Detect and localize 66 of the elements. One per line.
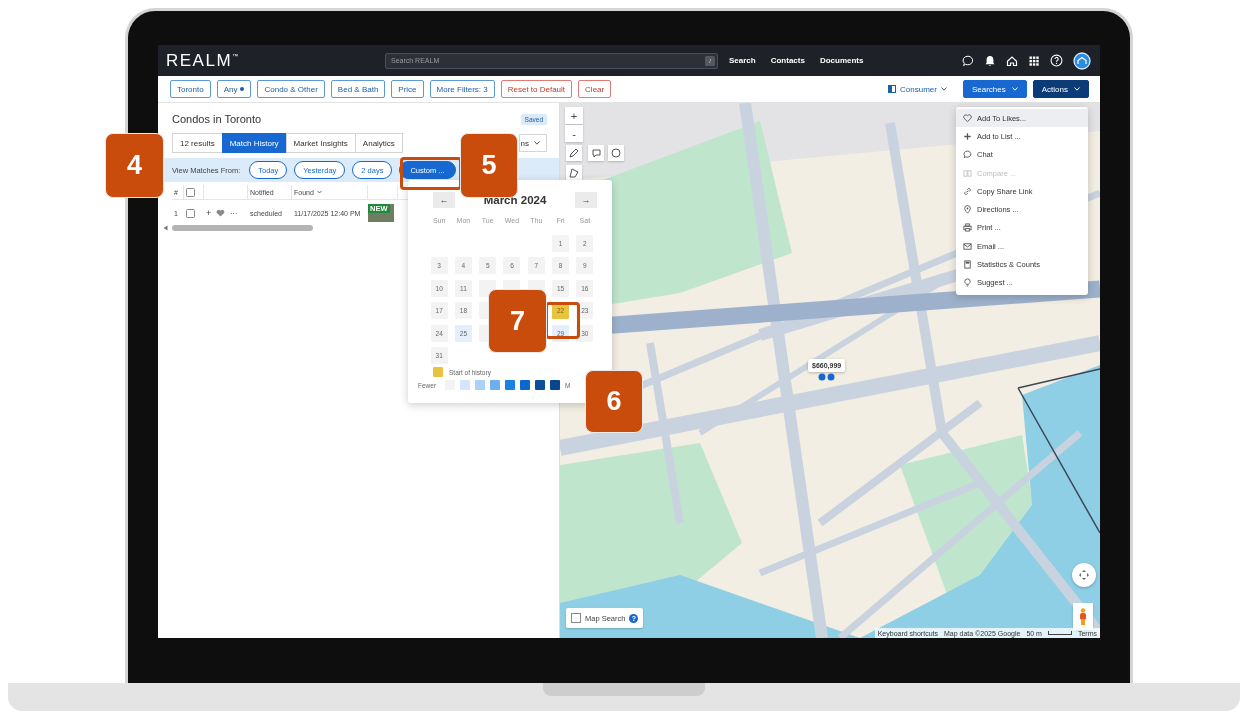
filter-button[interactable]: Any — [216, 80, 252, 98]
filter-button[interactable]: Clear — [578, 80, 612, 98]
panel-title: Condos in Toronto — [172, 113, 262, 125]
printer-icon — [963, 223, 972, 233]
chat-icon — [963, 150, 972, 160]
street-view-button[interactable] — [1073, 603, 1093, 630]
scroll-arrow-icon — [163, 225, 168, 231]
pencil-tool-button[interactable] — [566, 145, 582, 161]
polygon-tool-button[interactable] — [566, 165, 582, 181]
checkbox[interactable] — [186, 208, 195, 218]
options-dropdown[interactable]: ns — [519, 134, 547, 152]
nav-link[interactable]: Contacts — [770, 56, 805, 65]
grid-icon[interactable] — [1028, 54, 1040, 67]
step-number-badge: 7 — [488, 289, 547, 353]
heart-icon — [963, 113, 972, 123]
realm-logo: REALM$^{™}$ — [166, 52, 241, 69]
lightbulb-icon — [963, 278, 972, 288]
link-icon — [963, 186, 972, 196]
calculator-icon — [963, 260, 972, 269]
caret-icon — [534, 141, 540, 145]
caret-icon — [1011, 87, 1018, 91]
checkbox[interactable] — [186, 187, 195, 197]
dot-icon — [240, 87, 245, 91]
compare-icon — [963, 168, 972, 178]
filter-button[interactable]: Bed & Bath — [330, 80, 386, 98]
filter-button[interactable]: Condo & Other — [257, 80, 325, 98]
scale-bar — [1047, 631, 1072, 635]
person-icon — [1079, 607, 1087, 626]
filter-button[interactable]: Toronto — [170, 80, 211, 98]
avatar-icon[interactable] — [1073, 51, 1091, 70]
caret-icon — [1074, 87, 1080, 91]
actions-button[interactable]: Actions — [1032, 80, 1089, 98]
envelope-icon — [963, 241, 972, 251]
panel-layout-icon — [888, 85, 897, 93]
next-month-button[interactable]: → — [575, 192, 597, 208]
chat-icon[interactable] — [962, 54, 974, 67]
tab[interactable]: Market Insights — [285, 133, 356, 153]
home-icon[interactable] — [1006, 54, 1018, 67]
circle-tool-button[interactable] — [608, 145, 624, 161]
step-number-badge: 6 — [585, 370, 643, 433]
polygon-icon — [568, 167, 580, 179]
caret-icon — [940, 87, 947, 91]
zoom-in-button[interactable]: + — [565, 107, 583, 124]
tab[interactable]: 12 results — [172, 133, 223, 153]
step-number-badge: 4 — [105, 133, 164, 198]
step-number-badge: 5 — [460, 133, 518, 198]
recenter-icon — [1078, 569, 1090, 581]
nav-link[interactable]: Search — [729, 56, 756, 65]
start-swatch — [433, 367, 443, 377]
previous-month-button[interactable]: ← — [433, 192, 455, 208]
pencil-icon — [568, 147, 580, 159]
nav-link[interactable]: Documents — [819, 56, 864, 65]
searches-button[interactable]: Searches — [962, 80, 1027, 98]
tab[interactable]: Analytics — [354, 133, 403, 153]
tab[interactable]: Match History — [221, 133, 287, 153]
add-button[interactable]: + — [206, 208, 212, 218]
filter-button[interactable]: Reset to Default — [500, 80, 573, 98]
checkbox[interactable] — [571, 613, 581, 623]
zoom-out-button[interactable]: - — [565, 125, 583, 142]
help-icon[interactable] — [1050, 54, 1063, 67]
filter-button[interactable]: More Filters: 3 — [429, 80, 495, 98]
bell-icon[interactable] — [984, 54, 996, 67]
heart-icon[interactable] — [216, 209, 226, 217]
plus-icon — [963, 131, 972, 141]
circle-icon — [610, 147, 622, 159]
filter-button[interactable]: Price — [391, 80, 424, 98]
